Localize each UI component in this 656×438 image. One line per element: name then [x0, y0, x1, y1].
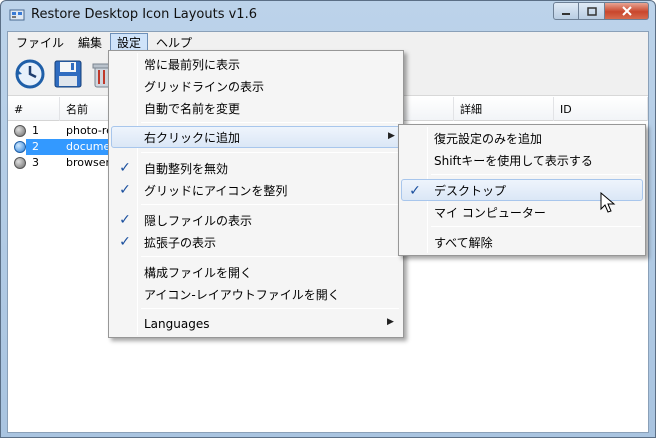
layout-status-icon: [14, 125, 26, 137]
save-disk-icon[interactable]: [52, 58, 84, 90]
window-title: Restore Desktop Icon Layouts v1.6: [31, 7, 257, 22]
mouse-cursor-icon: [600, 192, 616, 213]
menu-settings[interactable]: 設定: [110, 33, 149, 51]
submenu-arrow-icon: ▶: [387, 317, 394, 327]
menu-item-show-hidden-files[interactable]: ✓ 隠しファイルの表示: [111, 209, 401, 231]
menu-bar: ファイル 編集 設定 ヘルプ: [8, 32, 648, 52]
column-header-number[interactable]: #: [8, 97, 60, 121]
menu-item-open-config-file[interactable]: 構成ファイルを開く: [111, 261, 401, 283]
row-number: 3: [32, 156, 39, 169]
check-icon: ✓: [119, 234, 131, 250]
menu-item-languages[interactable]: Languages ▶: [111, 313, 401, 335]
maximize-button[interactable]: [579, 2, 605, 20]
check-icon: ✓: [119, 160, 131, 176]
menu-edit[interactable]: 編集: [72, 33, 108, 51]
close-button[interactable]: [605, 2, 649, 20]
check-icon: ✓: [409, 183, 421, 199]
context-submenu: 復元設定のみを追加 Shiftキーを使用して表示する ✓ デスクトップ マイ コ…: [398, 124, 646, 256]
minimize-icon: [562, 13, 570, 15]
menu-item-always-on-top[interactable]: 常に最前列に表示: [111, 53, 401, 75]
restore-clock-icon[interactable]: [14, 58, 46, 90]
check-icon: ✓: [119, 182, 131, 198]
submenu-item-restore-only[interactable]: 復元設定のみを追加: [401, 127, 643, 149]
menu-item-open-layout-file[interactable]: アイコン-レイアウトファイルを開く: [111, 283, 401, 305]
menu-item-show-extensions[interactable]: ✓ 拡張子の表示: [111, 231, 401, 253]
minimize-button[interactable]: [553, 2, 579, 20]
submenu-item-clear-all[interactable]: すべて解除: [401, 231, 643, 253]
close-icon: [621, 6, 632, 16]
title-bar[interactable]: Restore Desktop Icon Layouts v1.6: [1, 1, 655, 31]
layout-status-icon: [14, 157, 26, 169]
column-header-details[interactable]: 詳細: [454, 97, 554, 121]
submenu-item-shift-key[interactable]: Shiftキーを使用して表示する: [401, 149, 643, 171]
settings-menu: 常に最前列に表示 グリッドラインの表示 自動で名前を変更 右クリックに追加 ▶ …: [108, 50, 404, 338]
check-icon: ✓: [119, 212, 131, 228]
menu-item-align-to-grid[interactable]: ✓ グリッドにアイコンを整列: [111, 179, 401, 201]
submenu-arrow-icon: ▶: [388, 131, 395, 141]
column-header-id[interactable]: ID: [554, 97, 648, 121]
menu-file[interactable]: ファイル: [10, 33, 70, 51]
menu-item-add-to-context-menu[interactable]: 右クリックに追加 ▶: [111, 126, 401, 148]
menu-item-disable-auto-arrange[interactable]: ✓ 自動整列を無効: [111, 157, 401, 179]
layout-status-icon: [14, 141, 26, 153]
row-number: 1: [32, 124, 39, 137]
menu-item-show-gridlines[interactable]: グリッドラインの表示: [111, 75, 401, 97]
maximize-icon: [586, 6, 597, 16]
menu-help[interactable]: ヘルプ: [150, 33, 198, 51]
app-icon: [9, 9, 25, 21]
row-number: 2: [32, 140, 39, 153]
menu-item-auto-rename[interactable]: 自動で名前を変更: [111, 97, 401, 119]
